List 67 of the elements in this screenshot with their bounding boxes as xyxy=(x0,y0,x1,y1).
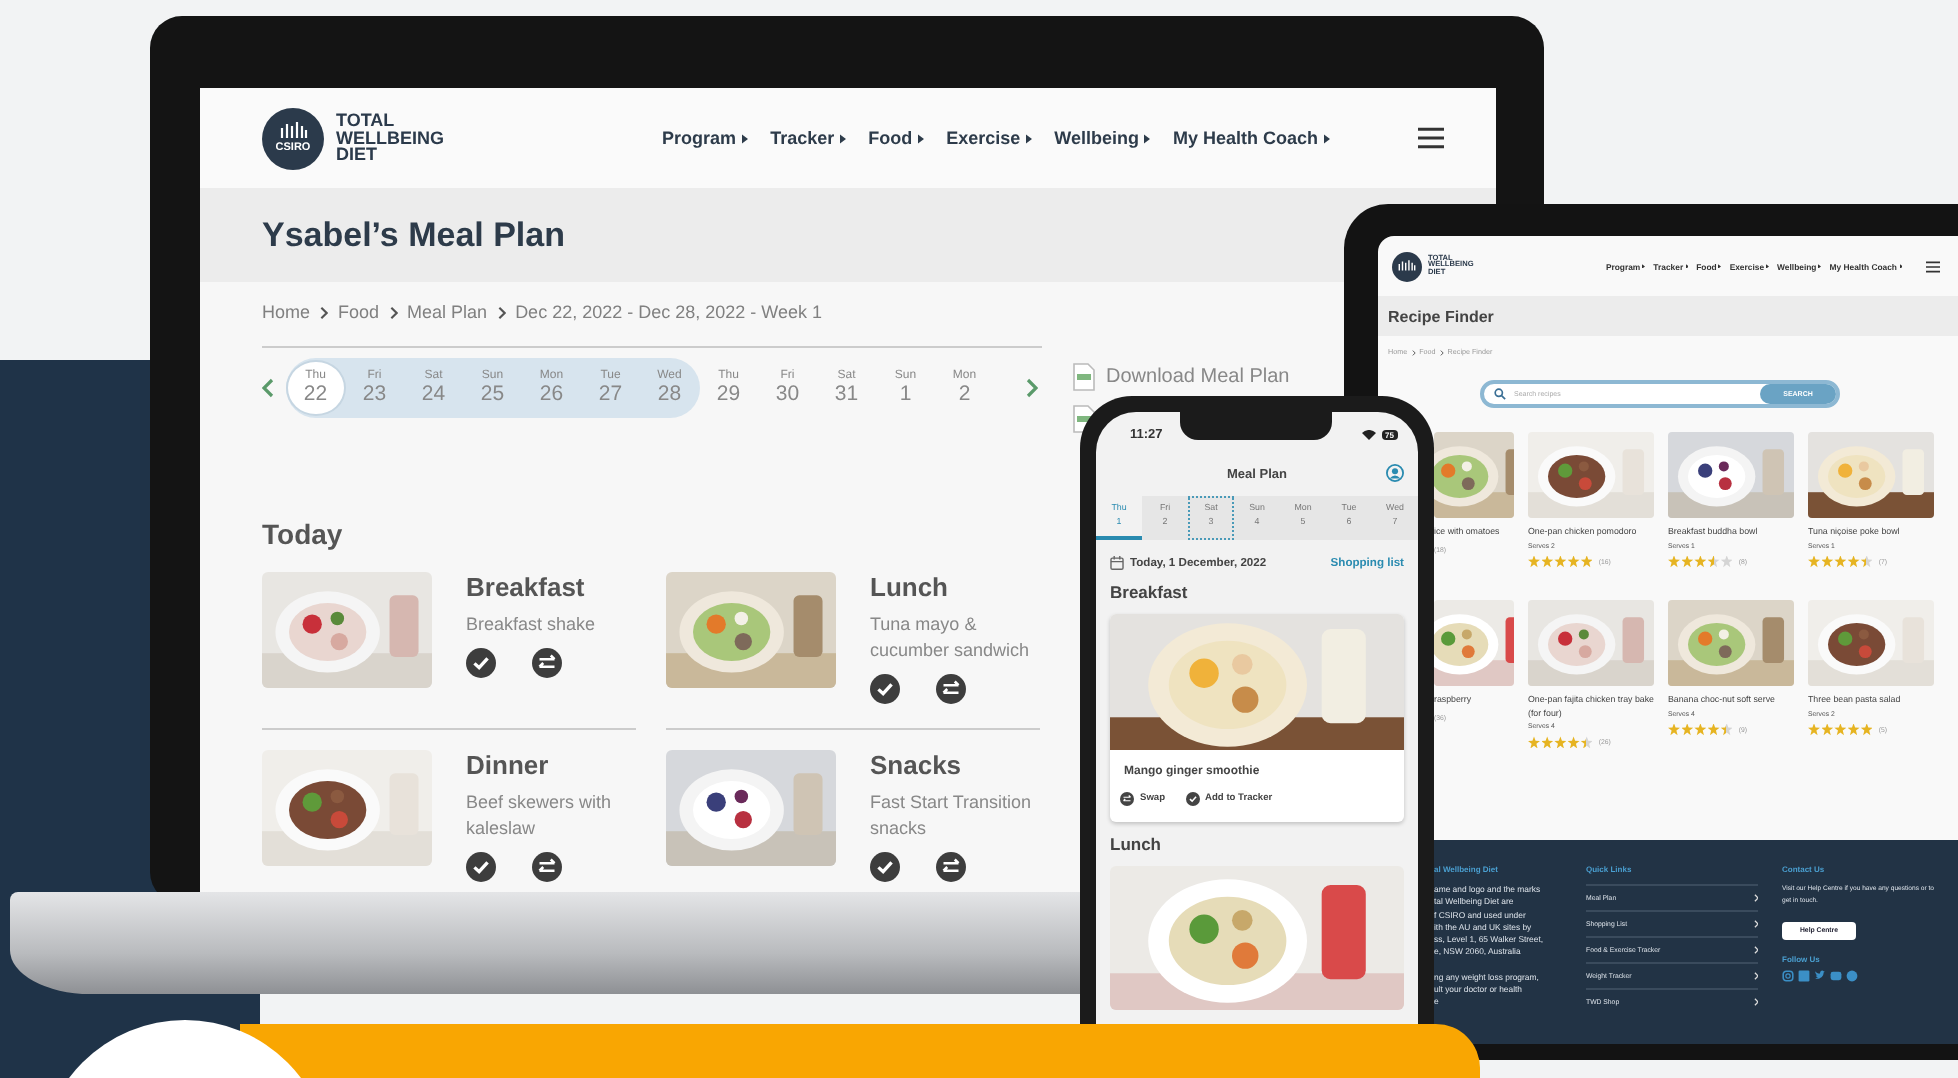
page-title: Ysabel’s Meal Plan xyxy=(262,215,565,255)
nav-link[interactable]: Wellbeing xyxy=(1054,128,1151,148)
social-icon[interactable] xyxy=(1782,970,1794,983)
meal-name: Breakfast xyxy=(466,572,587,602)
meal-name: Snacks xyxy=(870,750,964,781)
swap-icon xyxy=(1120,792,1134,806)
meal-name: Dinner xyxy=(466,750,551,781)
caret-icon xyxy=(840,133,847,143)
chevron-right-icon xyxy=(1411,349,1416,355)
caret-icon xyxy=(1324,133,1330,143)
swap-icon[interactable] xyxy=(532,852,562,883)
chevron-right-icon xyxy=(1753,894,1758,902)
nav-link[interactable]: Food xyxy=(868,128,925,148)
chevron-right-icon xyxy=(497,305,506,319)
nav-link[interactable]: Exercise xyxy=(946,128,1033,148)
chevron-right-icon xyxy=(320,305,329,319)
swap-icon[interactable] xyxy=(936,852,966,883)
breadcrumb-link[interactable]: Dec 22, 2022 - Dec 28, 2022 - Week 1 xyxy=(515,302,822,322)
bars-icon xyxy=(279,122,307,140)
nav-link[interactable]: Tracker xyxy=(770,128,847,148)
caret-icon xyxy=(742,133,749,143)
meal-description: Breakfast shake xyxy=(466,612,596,638)
chevron-right-icon xyxy=(1753,972,1758,980)
check-icon[interactable] xyxy=(870,852,900,883)
file-icon xyxy=(1072,362,1096,392)
caret-icon xyxy=(1144,133,1151,143)
chevron-right-icon xyxy=(1026,378,1038,398)
page-title: Recipe Finder xyxy=(1388,307,1494,325)
wifi-icon xyxy=(1361,429,1376,439)
chevron-right-icon xyxy=(1753,998,1758,1006)
download-link[interactable]: Download Meal Plan xyxy=(1072,362,1290,392)
breadcrumb-link[interactable]: Home xyxy=(262,302,311,322)
caret-icon xyxy=(1718,263,1722,269)
section-heading: Lunch xyxy=(1108,834,1163,854)
chevron-left-icon xyxy=(262,378,274,398)
nav-link[interactable]: Program xyxy=(662,128,749,148)
check-icon[interactable] xyxy=(870,674,900,705)
caret-icon xyxy=(918,133,925,143)
chevron-right-icon xyxy=(1753,920,1758,928)
check-icon[interactable] xyxy=(466,648,496,679)
search-icon xyxy=(1494,388,1506,400)
meal-description: Tuna mayo & cucumber sandwich xyxy=(870,612,1032,665)
nav-link[interactable]: My Health Coach xyxy=(1172,128,1330,148)
meal-description: Fast Start Transition snacks xyxy=(870,790,1034,843)
meal-description: Beef skewers with kaleslaw xyxy=(466,790,614,843)
swap-icon[interactable] xyxy=(532,648,562,679)
menu-icon[interactable] xyxy=(1418,126,1444,150)
logo-wordmark: TOTAL WELLBEING DIET xyxy=(336,112,444,164)
caret-icon xyxy=(1766,263,1770,269)
breadcrumb-link[interactable]: Food xyxy=(338,302,380,322)
chevron-right-icon xyxy=(1439,349,1444,355)
avatar-icon[interactable] xyxy=(1386,464,1404,482)
caret-icon xyxy=(1026,133,1033,143)
menu-icon[interactable] xyxy=(1926,259,1940,273)
caret-icon xyxy=(1818,263,1822,269)
breadcrumb-link[interactable]: Meal Plan xyxy=(407,302,488,322)
section-heading: Today xyxy=(262,518,343,550)
chevron-right-icon xyxy=(1753,946,1758,954)
caret-icon xyxy=(1642,263,1646,269)
meal-name: Lunch xyxy=(870,572,950,602)
chevron-right-icon xyxy=(389,305,398,319)
check-icon xyxy=(1185,792,1200,806)
check-icon[interactable] xyxy=(466,852,496,883)
swap-icon[interactable] xyxy=(936,674,966,705)
section-heading: Breakfast xyxy=(1108,582,1190,602)
bars-icon xyxy=(1398,260,1416,272)
calendar-icon xyxy=(1110,556,1124,570)
